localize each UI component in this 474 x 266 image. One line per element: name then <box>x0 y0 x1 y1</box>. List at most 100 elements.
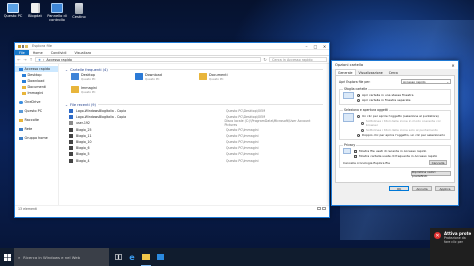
star-icon: ★ <box>38 57 42 62</box>
checkbox[interactable]: ✓ <box>354 149 357 153</box>
sidebar-item-label: Accesso rapido <box>24 67 51 71</box>
desktop-icon-label: Blogdat <box>28 14 42 18</box>
radio-button[interactable] <box>361 121 364 125</box>
open-explorer-select[interactable]: Accesso rapido ⌄ <box>401 79 451 84</box>
address-bar[interactable]: ★ › Accesso rapido <box>35 56 261 63</box>
start-button[interactable] <box>0 248 14 266</box>
underline-point-option[interactable]: Sottolinea i titoli delle icone solo al … <box>357 128 447 132</box>
single-click-option[interactable]: Un clic per aprire l'oggetto (selezione … <box>357 114 447 118</box>
radio-button[interactable] <box>357 114 360 118</box>
apply-button[interactable]: Applica <box>435 186 455 191</box>
dialog-close-button[interactable]: ✕ <box>448 61 458 69</box>
tab-home[interactable]: Home <box>29 50 47 55</box>
file-path: Questo PC\Immagini <box>226 146 259 151</box>
image-file-icon <box>69 133 73 138</box>
minimize-button[interactable]: – <box>302 43 311 49</box>
frequent-folder-item[interactable]: Documenti Questo PC <box>199 73 263 86</box>
restore-defaults-button[interactable]: Ripristina valori predefiniti <box>411 170 451 178</box>
dialog-title: Opzioni cartella <box>335 63 364 67</box>
frequent-folders: Desktop Questo PC Download Questo PC Docum… <box>65 73 323 99</box>
show-recent-files-option[interactable]: ✓ Mostra file usati di recente in Accesso… <box>354 149 437 153</box>
frequent-folder-item[interactable]: Desktop Questo PC <box>71 73 135 86</box>
folder-icon <box>142 254 150 260</box>
folder-options-dialog: Opzioni cartella ✕ Generale Visualizzazi… <box>331 60 459 206</box>
frequent-folder-item[interactable]: Download Questo PC <box>135 73 199 86</box>
close-button[interactable]: ✕ <box>320 43 329 49</box>
properties-icon[interactable] <box>22 44 24 48</box>
tab-view[interactable]: Visualizza <box>70 50 95 55</box>
taskbar-search-input[interactable]: ⌕ Ricerca in Windows e nel Web <box>14 248 109 266</box>
window-controls: – □ ✕ <box>302 43 329 49</box>
taskbar-file-explorer[interactable] <box>139 248 153 266</box>
radio-button[interactable] <box>357 133 360 137</box>
ok-button[interactable]: OK <box>389 186 409 191</box>
notification-toast[interactable]: ✕ Attiva prote Protezione da fare clic p… <box>430 228 474 266</box>
search-input[interactable]: Cerca in Accesso rapido <box>269 56 327 63</box>
navigation-pane: Accesso rapido Desktop Download Document… <box>15 64 59 205</box>
maximize-button[interactable]: □ <box>311 43 320 49</box>
file-path: Questo PC\Immagini <box>226 140 259 145</box>
taskbar-store[interactable] <box>153 248 167 266</box>
option-label: Mostra file usati di recente in Accesso … <box>359 149 427 153</box>
refresh-button[interactable]: ↻ <box>263 57 267 62</box>
cloud-icon <box>19 100 23 104</box>
group-header-frequent[interactable]: ⌄ Cartelle frequenti (4) <box>65 66 323 73</box>
show-frequent-folders-option[interactable]: ✓ Mostra cartelle usate di frequente in A… <box>354 154 437 158</box>
large-icons-view-icon[interactable] <box>322 207 326 210</box>
group-title: File recenti (9) <box>70 102 96 107</box>
desktop-icon-label: Cestino <box>72 15 86 19</box>
folder-location: Questo PC <box>145 77 160 81</box>
file-name: Biagio_5 <box>76 152 90 157</box>
checkbox[interactable]: ✓ <box>354 154 357 158</box>
folder-window-illustration <box>343 92 354 99</box>
radio-button[interactable] <box>357 93 360 97</box>
recent-file-row[interactable]: Biagio_4 Questo PC\Immagini <box>65 158 323 164</box>
clear-history-button[interactable]: Cancella <box>429 160 447 165</box>
warning-icon: ✕ <box>434 232 441 239</box>
item-count: 13 elementi <box>18 206 38 211</box>
cancel-button[interactable]: Annulla <box>412 186 432 191</box>
details-view-icon[interactable] <box>317 207 321 210</box>
tab-file[interactable]: File <box>15 50 29 55</box>
desktop-icon-control-panel[interactable]: Pannello di controllo <box>46 3 68 22</box>
desktop-icon-recycle-bin[interactable]: Cestino <box>68 3 90 19</box>
file-path: Questo PC\Desktop\OEM <box>226 109 266 114</box>
chevron-down-icon: ⌄ <box>446 79 449 84</box>
browse-new-window-option[interactable]: Apri cartelle in finestre separate <box>357 98 413 102</box>
desktop-icon-this-pc[interactable]: Questo PC <box>2 3 24 18</box>
address-row: ← → ↑ ★ › Accesso rapido ↻ Cerca in Acce… <box>15 56 329 64</box>
image-file-icon <box>69 109 73 114</box>
frequent-folder-item[interactable]: Immagini Questo PC <box>71 86 135 99</box>
documents-folder-icon <box>199 73 207 80</box>
file-name: user-192 <box>75 121 90 126</box>
browse-same-window-option[interactable]: Apri cartelle in una stessa finestra <box>357 93 413 97</box>
window-title: Esplora file <box>32 44 52 48</box>
new-folder-icon[interactable] <box>25 44 28 48</box>
folder-location: Questo PC <box>81 90 96 94</box>
download-icon <box>22 79 26 83</box>
double-click-option[interactable]: Doppio clic per aprire l'oggetto, un cli… <box>357 133 447 137</box>
group-header-recent[interactable]: ⌄ File recenti (9) <box>65 101 323 108</box>
task-view-button[interactable] <box>111 248 125 266</box>
file-path: Questo PC\Immagini <box>226 127 259 132</box>
taskbar-edge[interactable]: e <box>125 248 139 266</box>
desktop-icon-blogdat[interactable]: Blogdat <box>24 3 46 18</box>
homegroup-icon <box>19 136 23 140</box>
folder-location: Questo PC <box>81 77 96 81</box>
up-button[interactable]: ↑ <box>29 57 33 62</box>
underline-browser-option[interactable]: Sottolinea i titoli delle icone in modo … <box>357 119 447 127</box>
file-name: Logo-WindowsBlogItalia - Copia <box>76 109 127 114</box>
toast-line: fare clic per <box>444 240 463 244</box>
tab-share[interactable]: Condividi <box>47 50 71 55</box>
back-button[interactable]: ← <box>17 57 21 62</box>
radio-button[interactable] <box>357 98 360 102</box>
click-items-group: Seleziona e apertura oggetti Un clic per… <box>339 108 451 140</box>
image-file-icon <box>69 121 73 126</box>
radio-button[interactable] <box>361 128 364 132</box>
forward-button[interactable]: → <box>23 57 27 62</box>
sidebar-item-label: Immagini <box>27 91 44 95</box>
sidebar-item-homegroup[interactable]: Gruppo home <box>15 135 58 141</box>
store-icon <box>156 254 164 260</box>
edge-icon: e <box>129 252 135 262</box>
option-label: Doppio clic per aprire l'oggetto, un cli… <box>362 133 446 137</box>
